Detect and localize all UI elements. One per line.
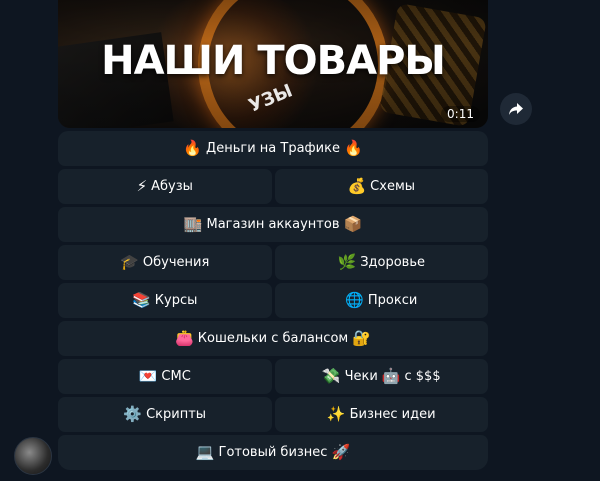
button-emoji-icon: 🌿	[337, 253, 357, 271]
chat-area: НАШИ ТОВАРЫ УЗЫ 0:11 🔥 Деньги на Трафике 🔥…	[0, 0, 600, 481]
video-duration: 0:11	[441, 106, 480, 122]
share-button[interactable]	[500, 93, 532, 125]
inline-keyboard: 🔥 Деньги на Трафике 🔥 ⚡ Абузы 💰 Схемы 🏬 Магазин …	[58, 131, 488, 473]
button-emoji-icon: 👛	[175, 329, 194, 347]
keyboard-button[interactable]: ⚙️ Скрипты	[58, 397, 272, 432]
button-emoji-icon: ⚡	[136, 177, 148, 195]
keyboard-button[interactable]: ⚡ Абузы	[58, 169, 272, 204]
button-emoji-icon: 🔥	[343, 139, 363, 157]
keyboard-row: 💌 СМС 💸 Чеки 🤖 с $$$	[58, 359, 488, 394]
keyboard-row: ⚡ Абузы 💰 Схемы	[58, 169, 488, 204]
media-title: НАШИ ТОВАРЫ	[101, 38, 446, 84]
button-label: Магазин аккаунтов	[206, 217, 340, 232]
button-emoji-icon: 🔥	[183, 139, 203, 157]
keyboard-row: 🔥 Деньги на Трафике 🔥	[58, 131, 488, 166]
avatar[interactable]	[14, 437, 52, 475]
button-label: Обучения	[142, 255, 210, 270]
keyboard-row: 📚 Курсы 🌐 Прокси	[58, 283, 488, 318]
keyboard-row: 💻 Готовый бизнес 🚀	[58, 435, 488, 470]
button-label: Курсы	[154, 293, 198, 308]
button-emoji-icon: 🔐	[352, 329, 371, 347]
button-label-suffix: с $$$	[404, 369, 441, 384]
button-emoji-icon: 🎓	[120, 253, 139, 271]
keyboard-button[interactable]: 🎓 Обучения	[58, 245, 272, 280]
button-label: Деньги на Трафике	[206, 141, 340, 156]
button-emoji-icon: 📦	[343, 215, 363, 233]
button-emoji-icon: 📚	[132, 291, 151, 309]
keyboard-row: 🎓 Обучения 🌿 Здоровье	[58, 245, 488, 280]
button-label: Абузы	[151, 179, 193, 194]
video-preview[interactable]: НАШИ ТОВАРЫ УЗЫ 0:11	[58, 0, 488, 128]
button-label: СМС	[161, 369, 191, 384]
button-emoji-icon: 💌	[138, 367, 158, 385]
button-label: Здоровье	[360, 255, 425, 270]
keyboard-row: 👛 Кошельки с балансом 🔐	[58, 321, 488, 356]
button-emoji-icon: 💸	[321, 367, 341, 385]
button-emoji-icon: ⚙️	[123, 405, 143, 423]
keyboard-button[interactable]: 📚 Курсы	[58, 283, 272, 318]
button-label: Схемы	[370, 179, 416, 194]
keyboard-button[interactable]: 💰 Схемы	[274, 169, 488, 204]
button-label: Кошельки с балансом	[197, 331, 349, 346]
keyboard-button[interactable]: 🔥 Деньги на Трафике 🔥	[58, 131, 488, 166]
button-emoji-icon: 💻	[195, 443, 215, 461]
keyboard-button[interactable]: 🏬 Магазин аккаунтов 📦	[58, 207, 488, 242]
button-emoji-icon: 🚀	[331, 443, 351, 461]
button-label: Готовый бизнес	[218, 445, 328, 460]
keyboard-row: 🏬 Магазин аккаунтов 📦	[58, 207, 488, 242]
keyboard-button[interactable]: 💌 СМС	[58, 359, 272, 394]
button-label: Чеки	[344, 369, 378, 384]
keyboard-button[interactable]: ✨ Бизнес идеи	[274, 397, 488, 432]
button-emoji-icon: 🌐	[345, 291, 364, 309]
share-arrow-icon	[509, 103, 523, 115]
button-emoji-icon: 🏬	[183, 215, 203, 233]
keyboard-button[interactable]: 💻 Готовый бизнес 🚀	[58, 435, 488, 470]
keyboard-button[interactable]: 🌐 Прокси	[274, 283, 488, 318]
keyboard-row: ⚙️ Скрипты ✨ Бизнес идеи	[58, 397, 488, 432]
keyboard-button[interactable]: 🌿 Здоровье	[274, 245, 488, 280]
button-label: Скрипты	[146, 407, 207, 422]
button-emoji-icon: 🤖	[381, 367, 401, 385]
button-emoji-icon: ✨	[326, 405, 346, 423]
button-label: Прокси	[367, 293, 418, 308]
button-label: Бизнес идеи	[349, 407, 436, 422]
keyboard-button[interactable]: 💸 Чеки 🤖 с $$$	[274, 359, 488, 394]
button-emoji-icon: 💰	[347, 177, 367, 195]
keyboard-button[interactable]: 👛 Кошельки с балансом 🔐	[58, 321, 488, 356]
